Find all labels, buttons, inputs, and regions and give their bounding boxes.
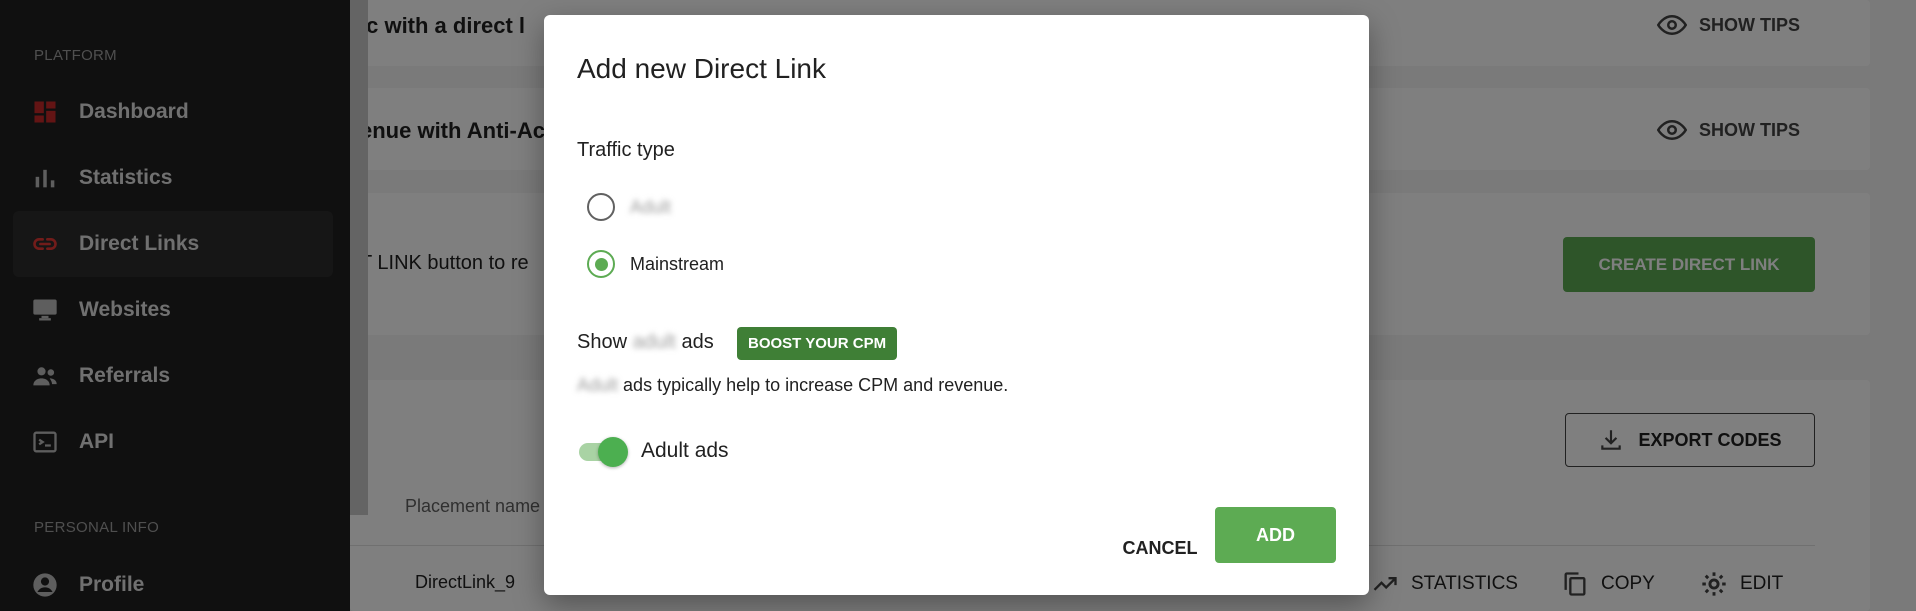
add-button[interactable]: ADD bbox=[1215, 507, 1336, 563]
show-ads-word: adult bbox=[632, 331, 676, 353]
dialog-title: Add new Direct Link bbox=[577, 53, 827, 84]
traffic-type-adult-label[interactable]: Adult bbox=[630, 197, 671, 218]
show-ads-suffix: ads bbox=[681, 331, 714, 353]
adult-ads-toggle-label[interactable]: Adult ads bbox=[641, 439, 729, 463]
toggle-thumb bbox=[598, 437, 628, 467]
traffic-type-mainstream-label[interactable]: Mainstream bbox=[630, 254, 724, 275]
adult-ads-description-text: ads typically help to increase CPM and r… bbox=[623, 375, 1009, 395]
traffic-type-label: Traffic type bbox=[577, 139, 675, 161]
show-ads-prefix: Show bbox=[577, 331, 628, 353]
boost-cpm-badge: BOOST YOUR CPM bbox=[737, 327, 898, 360]
adult-ads-description-word: Adult bbox=[577, 375, 619, 395]
adult-ads-description: Adult ads typically help to increase CPM… bbox=[577, 375, 1008, 396]
add-direct-link-dialog: Add new Direct Link Traffic type Adult M… bbox=[544, 15, 1369, 595]
adult-ads-toggle[interactable] bbox=[577, 436, 629, 467]
traffic-type-mainstream-radio[interactable] bbox=[587, 250, 615, 278]
show-ads-heading: Show adult ads bbox=[577, 331, 714, 354]
cancel-button[interactable]: CANCEL bbox=[1099, 523, 1221, 573]
traffic-type-adult-radio[interactable] bbox=[587, 193, 615, 221]
